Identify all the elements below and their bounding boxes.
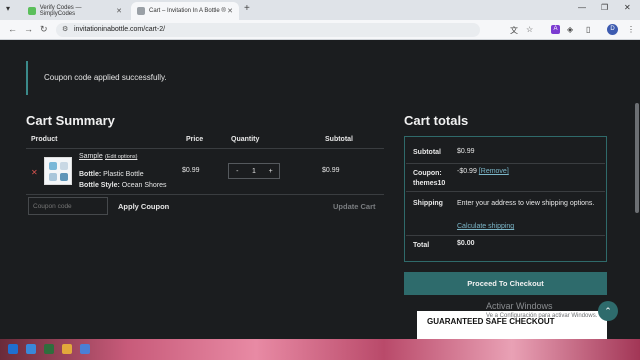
coupon-label: Coupon: themes10 xyxy=(413,170,446,187)
quantity-stepper: - 1 + xyxy=(228,163,280,179)
table-divider xyxy=(26,148,384,149)
taskbar-app-icon[interactable] xyxy=(44,344,54,354)
calculate-shipping-link[interactable]: Calculate shipping xyxy=(457,223,514,230)
column-header-product: Product xyxy=(31,136,58,143)
site-info-icon[interactable]: ⚙ xyxy=(62,23,68,37)
product-name-link[interactable]: Sample xyxy=(79,153,103,160)
extension-icon[interactable]: A xyxy=(551,25,560,34)
taskbar-app-icon[interactable] xyxy=(80,344,90,354)
tab-title: Cart – Invitation In A Bottle ® xyxy=(149,8,226,14)
menu-kebab-icon[interactable]: ⋮ xyxy=(627,25,635,34)
bookmark-star-icon[interactable]: ☆ xyxy=(526,25,533,34)
subtotal-label: Subtotal xyxy=(413,149,441,156)
profile-avatar[interactable]: D xyxy=(607,24,618,35)
page-content: Coupon code applied successfully. Cart S… xyxy=(0,41,634,339)
attr-label: Bottle Style: xyxy=(79,182,120,189)
item-price: $0.99 xyxy=(182,167,200,174)
start-icon[interactable] xyxy=(8,344,18,354)
tab-search-icon[interactable]: ▾ xyxy=(6,4,10,13)
site-favicon-icon xyxy=(137,7,145,15)
page-scrollbar[interactable] xyxy=(634,41,640,339)
total-label: Total xyxy=(413,242,430,249)
simplycodes-favicon-icon xyxy=(28,7,36,15)
apply-coupon-button[interactable]: Apply Coupon xyxy=(118,202,169,211)
cart-totals-heading: Cart totals xyxy=(404,113,469,128)
notice-message: Coupon code applied successfully. xyxy=(44,73,167,82)
update-cart-button[interactable]: Update Cart xyxy=(333,202,376,211)
browser-tab-strip: ▾ Verify Codes — SimplyCodes ✕ Cart – In… xyxy=(0,0,640,20)
translate-icon[interactable]: 文 xyxy=(510,25,518,36)
shipping-text: Enter your address to view shipping opti… xyxy=(457,200,595,207)
table-divider xyxy=(26,194,384,195)
url-text: invitationinabottle.com/cart-2/ xyxy=(74,26,166,33)
forward-icon[interactable]: → xyxy=(24,24,33,34)
coupon-notice: Coupon code applied successfully. xyxy=(26,61,606,95)
column-header-subtotal: Subtotal xyxy=(325,136,353,143)
reload-icon[interactable]: ↻ xyxy=(40,24,48,35)
column-header-price: Price xyxy=(186,136,204,143)
attr-label: Bottle: xyxy=(79,171,102,178)
item-subtotal: $0.99 xyxy=(322,167,340,174)
restore-icon[interactable]: ❐ xyxy=(601,3,608,12)
windows-activation-subtitle: Ve a Configuración para activar Windows. xyxy=(486,313,598,319)
scrollbar-thumb[interactable] xyxy=(635,103,639,213)
side-panel-icon[interactable]: ▯ xyxy=(586,25,590,34)
close-tab-icon[interactable]: ✕ xyxy=(116,7,122,15)
coupon-value: -$0.99 [Remove] xyxy=(457,168,509,175)
attr-value: Plastic Bottle xyxy=(103,171,144,178)
remove-item-icon[interactable]: ✕ xyxy=(31,168,38,177)
url-input[interactable]: ⚙ invitationinabottle.com/cart-2/ xyxy=(56,23,480,37)
close-tab-icon[interactable]: ✕ xyxy=(227,7,233,15)
minimize-icon[interactable]: — xyxy=(578,3,586,12)
tab-verify-codes[interactable]: Verify Codes — SimplyCodes ✕ xyxy=(22,2,128,20)
product-attr-bottle-style: Bottle Style: Ocean Shores xyxy=(79,182,167,189)
totals-divider xyxy=(406,191,605,192)
back-to-top-button[interactable]: ⌃ xyxy=(598,301,618,321)
remove-coupon-link[interactable]: [Remove] xyxy=(479,168,509,175)
coupon-discount: -$0.99 xyxy=(457,168,477,175)
taskbar-app-icon[interactable] xyxy=(62,344,72,354)
edit-options-link[interactable]: (Edit options) xyxy=(105,154,137,160)
subtotal-value: $0.99 xyxy=(457,148,475,155)
proceed-to-checkout-button[interactable]: Proceed To Checkout xyxy=(404,272,607,295)
product-thumbnail[interactable] xyxy=(44,157,72,185)
column-header-quantity: Quantity xyxy=(231,136,260,143)
os-taskbar xyxy=(0,339,640,360)
windows-activation-title: Activar Windows xyxy=(486,301,553,311)
cart-totals-table: Subtotal $0.99 Coupon: themes10 -$0.99 [… xyxy=(404,136,607,262)
shipping-label: Shipping xyxy=(413,200,443,207)
cart-summary-heading: Cart Summary xyxy=(26,113,115,128)
new-tab-icon[interactable]: + xyxy=(244,3,250,14)
close-window-icon[interactable]: ✕ xyxy=(624,3,631,12)
decrement-button[interactable]: - xyxy=(229,168,246,175)
quantity-input[interactable]: 1 xyxy=(246,168,263,175)
totals-divider xyxy=(406,235,605,236)
totals-divider xyxy=(406,163,605,164)
taskbar-app-icon[interactable] xyxy=(26,344,36,354)
address-toolbar: ← → ↻ ⚙ invitationinabottle.com/cart-2/ … xyxy=(0,20,640,40)
back-icon[interactable]: ← xyxy=(8,24,17,34)
increment-button[interactable]: + xyxy=(262,168,279,175)
total-value: $0.00 xyxy=(457,240,475,247)
coupon-code-input[interactable] xyxy=(28,197,108,215)
extension-puzzle-icon[interactable]: ◈ xyxy=(567,25,573,34)
attr-value: Ocean Shores xyxy=(121,182,167,189)
product-attr-bottle: Bottle: Plastic Bottle xyxy=(79,171,144,178)
tab-title: Verify Codes — SimplyCodes xyxy=(39,5,82,17)
tab-cart[interactable]: Cart – Invitation In A Bottle ® ✕ xyxy=(131,2,239,20)
